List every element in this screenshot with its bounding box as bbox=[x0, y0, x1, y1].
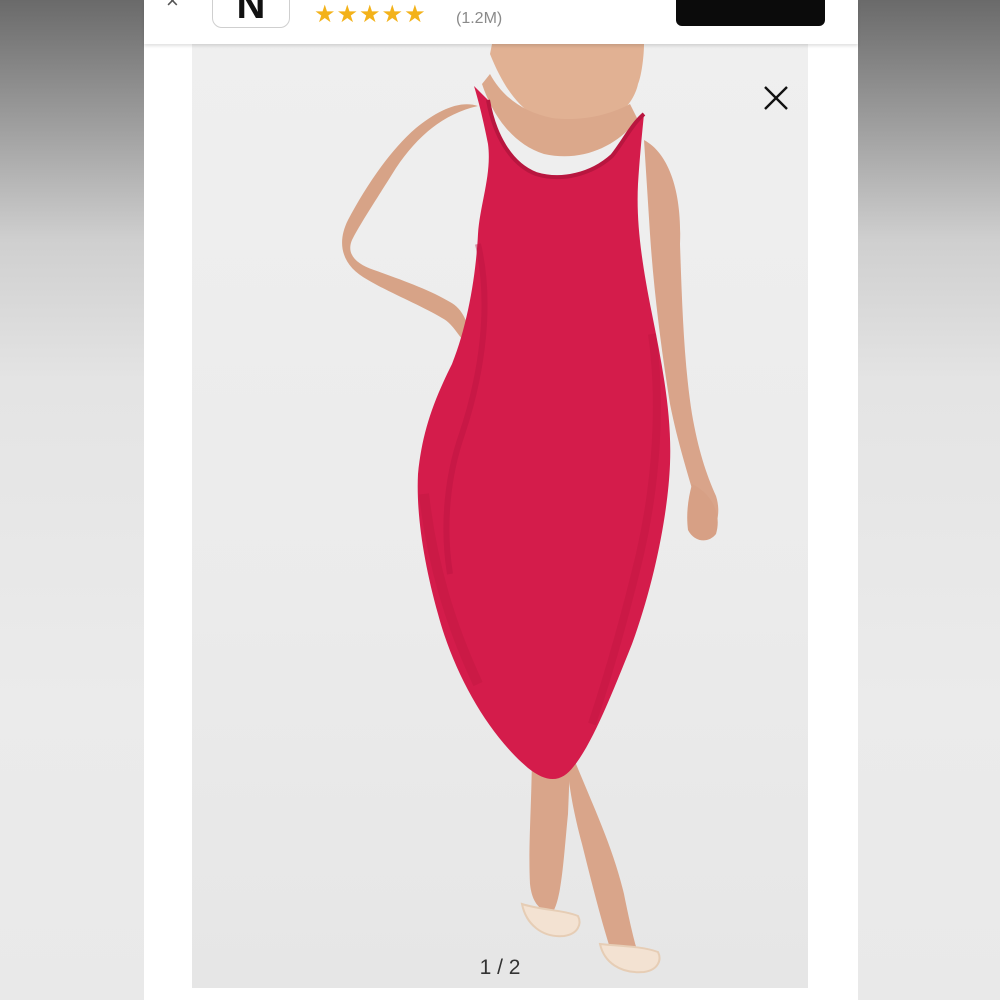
close-viewer-button[interactable] bbox=[762, 84, 802, 124]
star-icon: ★ bbox=[336, 1, 359, 28]
rating-count: (1.2M) bbox=[456, 10, 503, 27]
app-icon-letter: N bbox=[236, 0, 266, 27]
rating-stars: ★ ★ ★ ★ ★ bbox=[314, 3, 426, 27]
get-app-button[interactable] bbox=[676, 0, 825, 26]
right-backdrop bbox=[858, 0, 1000, 1000]
image-counter: 1 / 2 bbox=[479, 956, 521, 979]
bottom-strip bbox=[144, 988, 858, 1000]
banner-close-icon[interactable]: × bbox=[166, 0, 179, 14]
star-icon: ★ bbox=[359, 1, 381, 28]
app-install-banner: × N ★ ★ ★ ★ ★ (1.2M) bbox=[144, 0, 858, 44]
product-photo[interactable]: 1 / 2 bbox=[192, 44, 808, 988]
star-icon: ★ bbox=[314, 1, 336, 28]
dress-photo-illustration bbox=[342, 44, 719, 974]
left-backdrop bbox=[0, 0, 144, 1000]
star-icon: ★ bbox=[381, 1, 404, 28]
star-icon: ★ bbox=[404, 1, 426, 28]
app-icon[interactable]: N bbox=[212, 0, 290, 28]
phone-screen: × N ★ ★ ★ ★ ★ (1.2M) 1 / 2 bbox=[144, 0, 858, 1000]
close-icon bbox=[764, 86, 788, 110]
